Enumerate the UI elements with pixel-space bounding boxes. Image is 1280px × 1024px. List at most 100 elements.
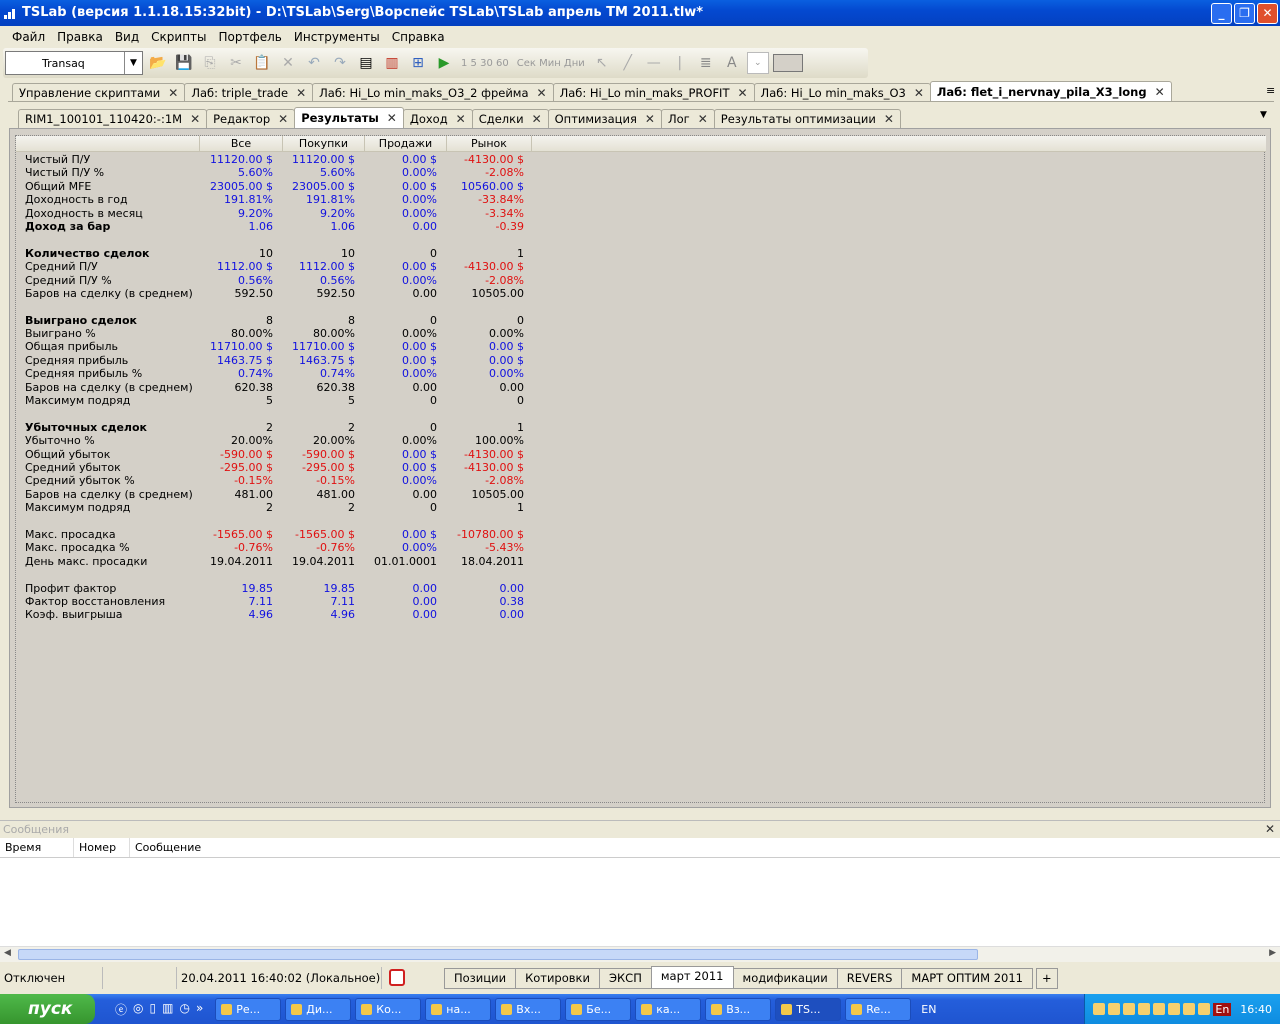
menu-item[interactable]: Справка (386, 30, 451, 44)
clock-icon[interactable]: ◷ (179, 1001, 189, 1018)
more-icon[interactable]: » (196, 1001, 203, 1018)
tab[interactable]: Доход ✕ (402, 109, 473, 128)
tab[interactable]: Лаб: Hi_Lo min_maks_O3 ✕ (753, 83, 931, 102)
close-icon[interactable]: ✕ (1155, 85, 1165, 99)
browser-icon[interactable]: ◎ (133, 1001, 143, 1018)
add-tab-button[interactable]: + (1036, 968, 1058, 989)
start-button[interactable]: пуск (0, 994, 95, 1024)
close-icon[interactable]: ✕ (456, 112, 466, 126)
volume-icon[interactable] (1168, 1003, 1181, 1015)
dropdown-icon[interactable]: ⌄ (746, 52, 769, 74)
tab[interactable]: Результаты ✕ (294, 107, 404, 128)
phone-icon[interactable]: ▯ (150, 1001, 157, 1018)
tab[interactable]: Лаб: flet_i_nervnay_pila_X3_long ✕ (929, 81, 1172, 102)
text-icon[interactable]: A (721, 52, 743, 74)
workspace-tab[interactable]: МАРТ ОПТИМ 2011 (901, 968, 1033, 989)
workspace-tab[interactable]: март 2011 (650, 966, 734, 989)
close-icon[interactable]: ✕ (296, 86, 306, 100)
tab[interactable]: Результаты оптимизации ✕ (713, 109, 901, 128)
tab[interactable]: RIM1_100101_110420:-:1M ✕ (18, 109, 208, 128)
tslab-icon[interactable]: ▥ (162, 1001, 173, 1018)
save-icon[interactable]: 💾 (173, 52, 195, 74)
close-icon[interactable]: ✕ (1265, 821, 1275, 838)
interval-buttons[interactable]: 1 5 30 60 (459, 58, 511, 69)
properties-icon[interactable]: ▤ (355, 52, 377, 74)
run-icon[interactable]: ▶ (433, 52, 455, 74)
language-indicator[interactable]: EN (921, 1003, 936, 1016)
taskbar-item[interactable]: Ре... (215, 997, 282, 1021)
column-header[interactable]: Рынок (447, 136, 532, 152)
hline-icon[interactable]: — (643, 52, 665, 74)
tab[interactable]: Управление скриптами ✕ (12, 83, 186, 102)
close-icon[interactable]: ✕ (387, 111, 397, 125)
tray-icon[interactable] (1093, 1003, 1106, 1015)
tray-icon[interactable] (1138, 1003, 1151, 1015)
taskbar-item[interactable]: на... (425, 997, 492, 1021)
close-icon[interactable]: ✕ (532, 112, 542, 126)
scrollbar-thumb[interactable] (18, 949, 978, 960)
taskbar-item[interactable]: Ди... (285, 997, 352, 1021)
copy-icon[interactable]: ⎘ (199, 52, 221, 74)
color-swatch[interactable] (772, 54, 803, 72)
menu-item[interactable]: Файл (6, 30, 51, 44)
restore-button[interactable]: ❐ (1234, 3, 1255, 24)
cursor-icon[interactable]: ↖ (591, 52, 613, 74)
column-header[interactable]: Номер (74, 838, 130, 857)
chevron-down-icon[interactable]: ▼ (1260, 110, 1267, 120)
close-icon[interactable]: ✕ (537, 86, 547, 100)
vline-icon[interactable]: | (669, 52, 691, 74)
column-header[interactable]: Все (200, 136, 283, 152)
taskbar-item[interactable]: ка... (635, 997, 702, 1021)
undo-icon[interactable]: ↶ (303, 52, 325, 74)
menu-item[interactable]: Скрипты (145, 30, 212, 44)
tab[interactable]: Редактор ✕ (206, 109, 296, 128)
workspace-tab[interactable]: ЭКСП (598, 968, 652, 989)
tray-icon[interactable] (1153, 1003, 1166, 1015)
delete-icon[interactable]: ✕ (277, 52, 299, 74)
menu-item[interactable]: Вид (109, 30, 145, 44)
interval-units[interactable]: Сек Мин Дни (515, 58, 587, 69)
close-icon[interactable]: ✕ (278, 112, 288, 126)
chevron-down-icon[interactable]: ▼ (124, 52, 142, 74)
close-button[interactable]: ✕ (1257, 3, 1278, 24)
record-icon[interactable] (389, 969, 405, 986)
close-icon[interactable]: ✕ (168, 86, 178, 100)
ie-icon[interactable]: ⓔ (115, 1001, 127, 1018)
cut-icon[interactable]: ✂ (225, 52, 247, 74)
tab[interactable]: Лаб: Hi_Lo min_maks_PROFIT ✕ (552, 83, 755, 102)
tray-language[interactable]: En (1213, 1002, 1232, 1016)
workspace-tab[interactable]: Котировки (515, 968, 600, 989)
tab[interactable]: Сделки ✕ (471, 109, 549, 128)
diagram-icon[interactable]: ⊞ (407, 52, 429, 74)
close-icon[interactable]: ✕ (645, 112, 655, 126)
taskbar-item[interactable]: Бе... (565, 997, 632, 1021)
connector-select[interactable]: Transaq ▼ (5, 51, 143, 75)
taskbar-item[interactable]: TS... (775, 997, 842, 1021)
tray-icon[interactable] (1123, 1003, 1136, 1015)
paste-icon[interactable]: 📋 (251, 52, 273, 74)
fib-icon[interactable]: ≣ (695, 52, 717, 74)
menu-item[interactable]: Правка (51, 30, 109, 44)
close-icon[interactable]: ✕ (914, 86, 924, 100)
taskbar-item[interactable]: Вз... (705, 997, 772, 1021)
workspace-tab[interactable]: модификации (732, 968, 838, 989)
tray-icon[interactable] (1108, 1003, 1121, 1015)
tray-icon[interactable] (1183, 1003, 1196, 1015)
tab[interactable]: Лог ✕ (660, 109, 715, 128)
line-icon[interactable]: ╱ (617, 52, 639, 74)
menu-item[interactable]: Инструменты (288, 30, 386, 44)
tab[interactable]: Лаб: Hi_Lo min_maks_O3_2 фрейма ✕ (312, 83, 554, 102)
taskbar-item[interactable]: Ко... (355, 997, 422, 1021)
tab-list-icon[interactable]: ≡ (1266, 84, 1275, 97)
close-icon[interactable]: ✕ (190, 112, 200, 126)
menu-item[interactable]: Портфель (213, 30, 288, 44)
redo-icon[interactable]: ↷ (329, 52, 351, 74)
taskbar-item[interactable]: Вх... (495, 997, 562, 1021)
chart-icon[interactable]: ▥ (381, 52, 403, 74)
tab[interactable]: Оптимизация ✕ (547, 109, 662, 128)
workspace-tab[interactable]: Позиции (444, 968, 517, 989)
column-header[interactable]: Продажи (365, 136, 447, 152)
close-icon[interactable]: ✕ (884, 112, 894, 126)
workspace-tab[interactable]: REVERS (836, 968, 903, 989)
tray-icon[interactable] (1198, 1003, 1211, 1015)
